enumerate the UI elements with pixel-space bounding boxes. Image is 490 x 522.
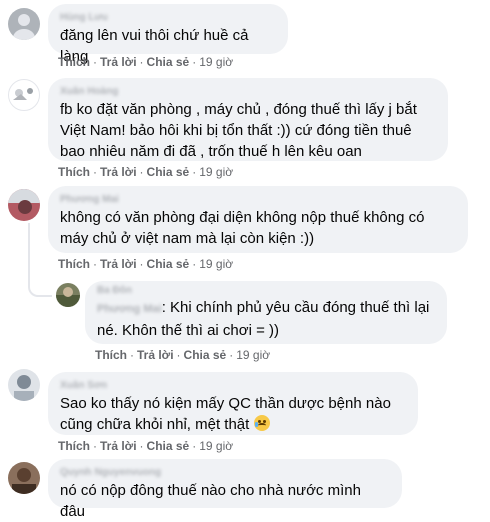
user-silhouette-icon <box>13 14 35 40</box>
avatar[interactable] <box>8 8 40 40</box>
comment-text: fb ko đặt văn phòng , máy chủ , đóng thu… <box>60 101 417 160</box>
like-button[interactable]: Thích <box>58 55 90 69</box>
comment-bubble: Xuân Sơn Sao ko thấy nó kiện mấy QC thần… <box>48 372 418 435</box>
like-button[interactable]: Thích <box>58 165 90 179</box>
comment-actions: Thích · Trả lời · Chia sẻ · 19 giờ <box>58 439 234 453</box>
comment-actions: Thích · Trả lời · Chia sẻ · 19 giờ <box>95 348 271 362</box>
comment-author[interactable]: Ba Đôn <box>97 285 435 297</box>
reply-button[interactable]: Trả lời <box>100 439 137 453</box>
share-button[interactable]: Chia sẻ <box>184 348 227 362</box>
comment-actions: Thích · Trả lời · Chia sẻ · 19 giờ <box>58 257 234 271</box>
comment-author[interactable]: Xuân Sơn <box>60 379 406 393</box>
comment-bubble: Xuân Hoàng fb ko đặt văn phòng , máy chủ… <box>48 78 448 161</box>
share-button[interactable]: Chia sẻ <box>147 165 190 179</box>
like-button[interactable]: Thích <box>58 257 90 271</box>
comment-bubble: Hùng Lưu đăng lên vui thôi chứ huề cả là… <box>48 4 288 65</box>
share-button[interactable]: Chia sẻ <box>147 55 190 69</box>
crying-face-icon <box>253 415 270 431</box>
reply-connector <box>28 223 52 297</box>
reply-button[interactable]: Trả lời <box>100 55 137 69</box>
avatar[interactable] <box>8 462 40 494</box>
comment-author[interactable]: Xuân Hoàng <box>60 85 436 99</box>
comment-bubble: Phương Mai không có văn phòng đại diện k… <box>48 186 468 253</box>
comment-time[interactable]: 19 giờ <box>236 348 270 362</box>
comment-text: Phương Mai: Khi chính phủ yêu cầu đóng t… <box>97 299 430 339</box>
avatar[interactable] <box>56 283 80 307</box>
avatar[interactable] <box>8 189 40 221</box>
comment-time[interactable]: 19 giờ <box>199 257 233 271</box>
profile-photo-icon <box>56 287 80 307</box>
reply-button[interactable]: Trả lời <box>137 348 174 362</box>
comment-time[interactable]: 19 giờ <box>199 439 233 453</box>
comment-author[interactable]: Quynh Nguyenvuong <box>60 466 390 480</box>
profile-photo-icon <box>13 88 33 100</box>
profile-photo-icon <box>14 375 34 401</box>
comment-text: không có văn phòng đại diện không nộp th… <box>60 209 425 247</box>
comment-time[interactable]: 19 giờ <box>199 55 233 69</box>
share-button[interactable]: Chia sẻ <box>147 439 190 453</box>
reply-button[interactable]: Trả lời <box>100 257 137 271</box>
profile-photo-icon <box>12 468 36 494</box>
avatar[interactable] <box>8 79 40 111</box>
comment-actions: Thích · Trả lời · Chia sẻ · 19 giờ <box>58 55 234 69</box>
profile-photo-icon <box>8 189 40 214</box>
mention-tag[interactable]: Phương Mai <box>97 299 162 320</box>
reply-button[interactable]: Trả lời <box>100 165 137 179</box>
comment-text: Sao ko thấy nó kiện mấy QC thần dược bện… <box>60 395 391 433</box>
like-button[interactable]: Thích <box>58 439 90 453</box>
comment-bubble: Ba Đôn Phương Mai: Khi chính phủ yêu cầu… <box>85 281 447 344</box>
share-button[interactable]: Chia sẻ <box>147 257 190 271</box>
avatar[interactable] <box>8 369 40 401</box>
comment-author[interactable]: Hùng Lưu <box>60 11 276 25</box>
comment-bubble: Quynh Nguyenvuong nó có nộp đông thuế nà… <box>48 459 402 520</box>
comment-time[interactable]: 19 giờ <box>199 165 233 179</box>
comment-actions: Thích · Trả lời · Chia sẻ · 19 giờ <box>58 165 234 179</box>
like-button[interactable]: Thích <box>95 348 127 362</box>
comment-author[interactable]: Phương Mai <box>60 193 456 207</box>
comment-text: nó có nộp đông thuế nào cho nhà nước mìn… <box>60 482 361 520</box>
